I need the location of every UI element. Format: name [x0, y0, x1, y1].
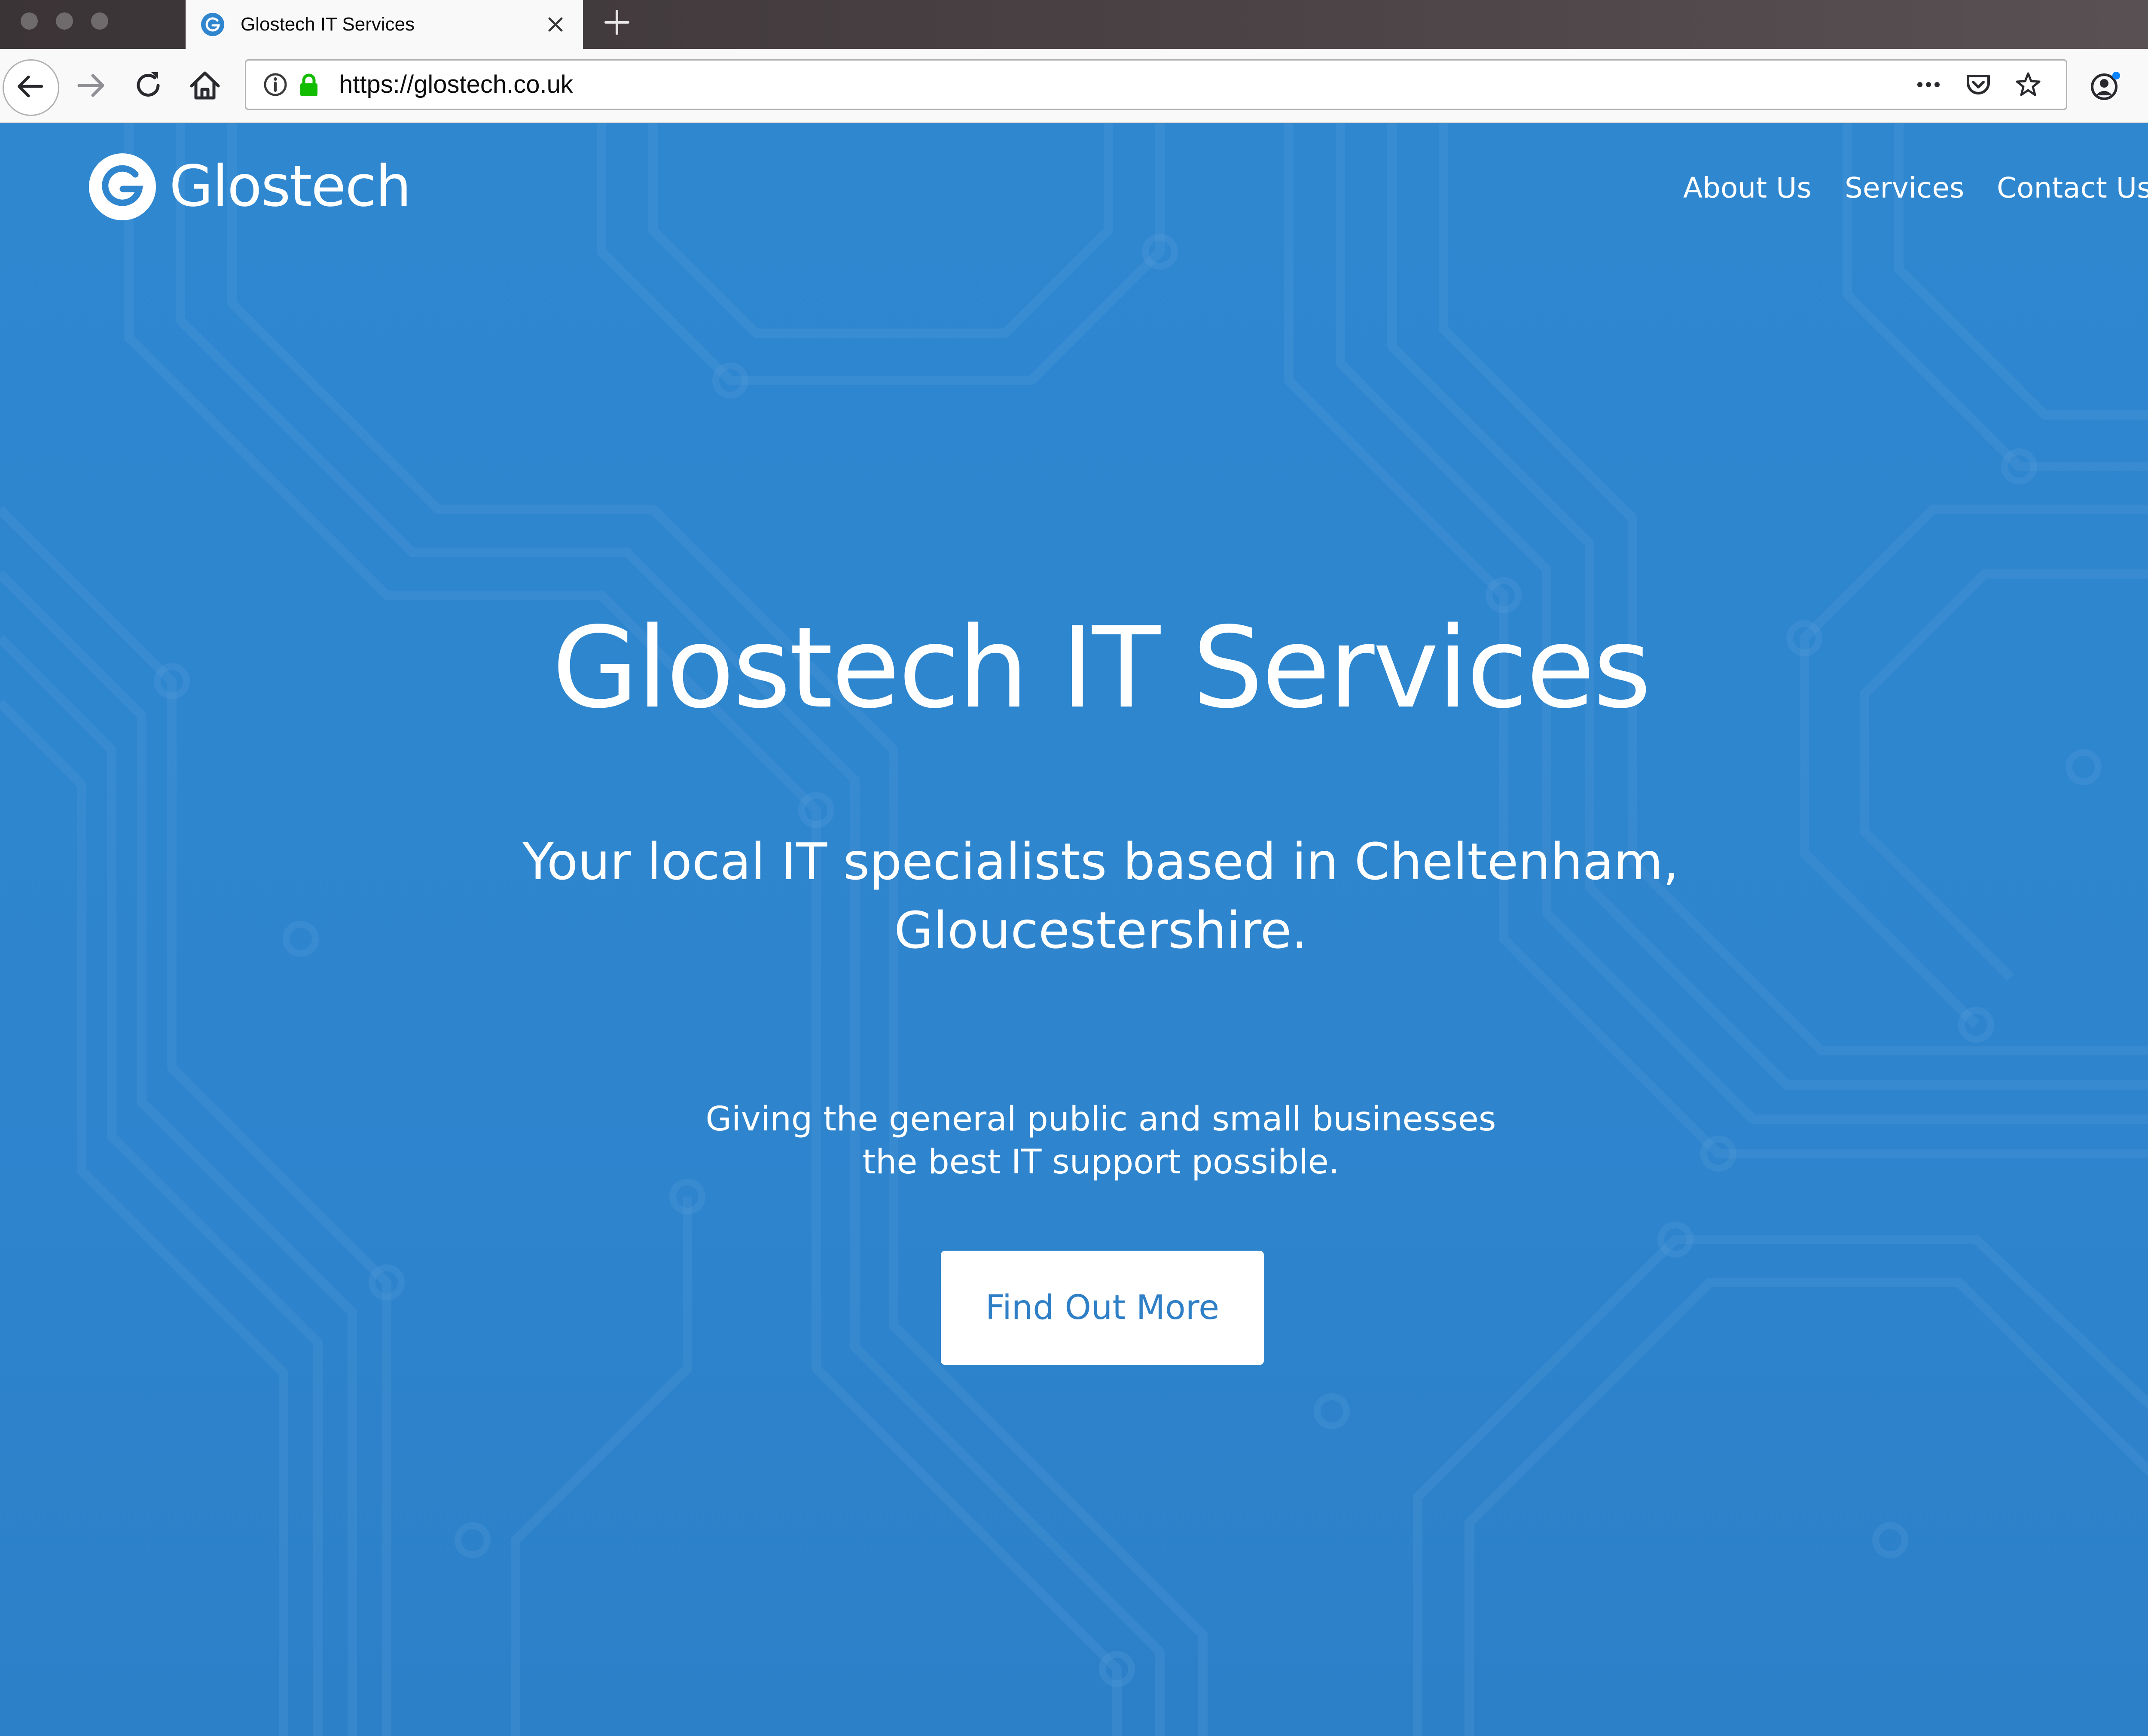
- tab-title: Glostech IT Services: [241, 14, 415, 35]
- reload-icon[interactable]: [129, 66, 168, 105]
- url-text[interactable]: https://glostech.co.uk: [339, 61, 573, 109]
- window-zoom-control[interactable]: [91, 12, 108, 30]
- nav-about-us[interactable]: About Us: [1683, 171, 1812, 205]
- info-icon[interactable]: [262, 71, 289, 98]
- nav-contact-us[interactable]: Contact Us: [1997, 171, 2148, 205]
- window-close-control[interactable]: [21, 12, 38, 30]
- new-tab-icon[interactable]: [601, 6, 633, 39]
- page-actions-icon[interactable]: [1915, 71, 1942, 98]
- address-bar[interactable]: https://glostech.co.uk: [245, 59, 2067, 110]
- back-button[interactable]: [3, 59, 59, 116]
- navigation-toolbar: https://glostech.co.uk: [0, 49, 2148, 123]
- nav-services[interactable]: Services: [1845, 171, 1964, 205]
- home-icon[interactable]: [186, 66, 224, 105]
- tab-strip: Glostech IT Services: [0, 0, 2148, 49]
- back-icon: [17, 75, 43, 97]
- hero-title: Glostech IT Services: [552, 603, 1651, 733]
- find-out-more-button[interactable]: Find Out More: [941, 1251, 1264, 1365]
- brand-name[interactable]: Glostech: [169, 152, 412, 221]
- pocket-icon[interactable]: [1965, 71, 1992, 98]
- lock-icon[interactable]: [295, 71, 323, 98]
- hero-subtitle: Your local IT specialists based in Chelt…: [522, 832, 1679, 960]
- glostech-logo-icon[interactable]: [86, 150, 159, 223]
- account-icon[interactable]: [2086, 67, 2125, 106]
- window-minimize-control[interactable]: [56, 12, 73, 30]
- close-tab-icon[interactable]: [542, 11, 569, 38]
- browser-tab[interactable]: Glostech IT Services: [186, 0, 583, 49]
- glostech-g-icon: [201, 13, 224, 36]
- web-page: Glostech About Us Services Contact Us Gl…: [0, 123, 2148, 1736]
- bookmark-star-icon[interactable]: [2014, 71, 2042, 98]
- hero-description: Giving the general public and small busi…: [705, 1100, 1496, 1182]
- forward-icon[interactable]: [71, 66, 110, 105]
